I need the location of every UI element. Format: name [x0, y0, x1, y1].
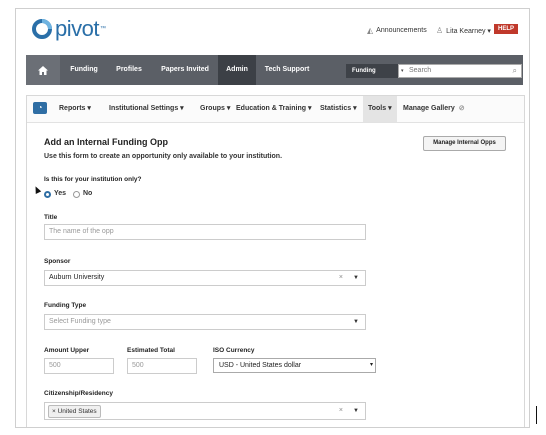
manage-gallery-label: Manage Gallery [403, 105, 455, 112]
clear-icon[interactable]: × [339, 404, 343, 418]
radio-yes[interactable] [44, 191, 51, 198]
main-nav: Funding Profiles Papers Invited Admin Te… [26, 55, 523, 85]
search-input[interactable]: ▾ Search ⌕ [398, 64, 522, 78]
pivot-logo-icon [32, 19, 52, 39]
amount-upper-input[interactable]: 500 [44, 358, 114, 374]
announcements-link[interactable]: ◭ Announcements [367, 26, 427, 35]
megaphone-icon: ◭ [367, 26, 374, 35]
iso-currency-select[interactable]: USD - United States dollar ▾ [213, 358, 376, 373]
funding-type-select[interactable]: Select Funding type ▼ [44, 314, 366, 330]
user-menu[interactable]: ♙ Lita Kearney ▾ [436, 26, 491, 35]
search-placeholder: Search [409, 67, 432, 74]
home-button[interactable] [26, 55, 60, 85]
radio-no[interactable] [73, 191, 80, 198]
selected-tag-united-states[interactable]: × United States [48, 405, 101, 418]
browser-frame: pivot ™ ◭ Announcements ♙ Lita Kearney ▾… [15, 8, 530, 428]
funding-type-placeholder: Select Funding type [49, 318, 111, 325]
user-name: Lita Kearney ▾ [446, 27, 491, 35]
search-scope-select[interactable]: Funding [346, 64, 404, 78]
subnav-tools[interactable]: Tools ▾ [363, 96, 397, 122]
subnav-reports[interactable]: Reports ▾ [59, 96, 91, 122]
subnav-institutional-settings[interactable]: Institutional Settings ▾ [109, 96, 184, 122]
manage-internal-opps-button[interactable]: Manage Internal Opps [423, 136, 506, 151]
estimated-total-label: Estimated Total [127, 347, 175, 354]
caret-down-icon[interactable]: ▾ [370, 359, 373, 372]
admin-panel: ◔ Reports ▾ Institutional Settings ▾ Gro… [26, 95, 525, 427]
brand-name: pivot [55, 16, 99, 41]
help-button[interactable]: HELP [494, 24, 519, 34]
home-icon [38, 66, 48, 75]
nav-funding[interactable]: Funding [62, 55, 106, 85]
caret-down-icon[interactable]: ▼ [353, 404, 359, 418]
funding-type-label: Funding Type [44, 302, 87, 309]
pivot-logo[interactable]: pivot ™ [32, 16, 106, 41]
estimated-total-input[interactable]: 500 [127, 358, 197, 374]
nav-admin[interactable]: Admin [218, 55, 256, 85]
sponsor-value: Auburn University [49, 274, 105, 281]
amount-upper-label: Amount Upper [44, 347, 90, 354]
radio-no-label[interactable]: No [83, 190, 92, 197]
iso-currency-value: USD - United States dollar [219, 362, 302, 369]
iso-currency-label: ISO Currency [213, 347, 255, 354]
announcements-label: Announcements [376, 27, 427, 34]
citizenship-select[interactable]: × United States × ▼ [44, 402, 366, 420]
institution-only-label: Is this for your institution only? [44, 176, 142, 183]
page-title: Add an Internal Funding Opp [44, 137, 168, 147]
subnav-groups[interactable]: Groups ▾ [200, 96, 230, 122]
brand-trademark: ™ [99, 26, 106, 32]
radio-yes-label[interactable]: Yes [54, 190, 66, 197]
dashboard-icon[interactable]: ◔ [33, 102, 47, 114]
nav-profiles[interactable]: Profiles [106, 55, 152, 85]
subnav-education-training[interactable]: Education & Training ▾ [236, 96, 311, 122]
citizenship-label: Citizenship/Residency [44, 390, 113, 397]
top-bar: pivot ™ ◭ Announcements ♙ Lita Kearney ▾… [16, 9, 529, 49]
clear-icon[interactable]: × [339, 271, 343, 285]
subnav-manage-gallery[interactable]: Manage Gallery ⊘ [403, 96, 465, 122]
gallery-icon: ⊘ [458, 105, 465, 112]
page-description: Use this form to create an opportunity o… [44, 153, 283, 160]
caret-down-icon: ▾ [401, 68, 404, 74]
caret-down-icon[interactable]: ▼ [353, 315, 359, 329]
subnav-statistics[interactable]: Statistics ▾ [320, 96, 357, 122]
sponsor-label: Sponsor [44, 258, 71, 265]
text-cursor [536, 406, 537, 424]
title-label: Title [44, 214, 58, 221]
sponsor-select[interactable]: Auburn University × ▼ [44, 270, 366, 286]
sub-nav: ◔ Reports ▾ Institutional Settings ▾ Gro… [27, 96, 524, 123]
search-icon[interactable]: ⌕ [513, 65, 517, 77]
nav-papers-invited[interactable]: Papers Invited [152, 55, 218, 85]
caret-down-icon[interactable]: ▼ [353, 271, 359, 285]
title-input[interactable]: The name of the opp [44, 224, 366, 240]
nav-tech-support[interactable]: Tech Support [256, 55, 318, 85]
user-icon: ♙ [436, 26, 444, 35]
